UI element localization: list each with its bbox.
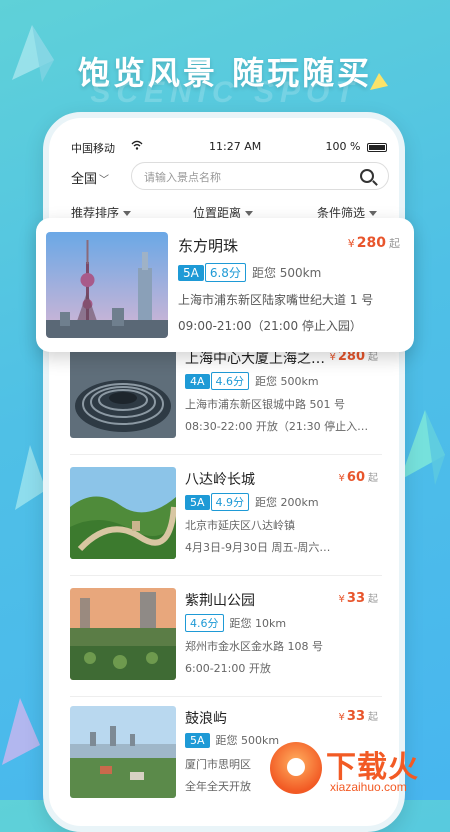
flame-icon xyxy=(270,742,322,794)
score-badge: 4.6分 xyxy=(185,614,224,632)
list-divider xyxy=(70,454,382,455)
caret-down-icon xyxy=(245,211,254,216)
spot-address: 厦门市思明区 xyxy=(185,758,251,771)
spot-distance: 距您 500km xyxy=(255,375,319,388)
price-value: 33 xyxy=(346,591,365,606)
spot-tags: 5A 4.9分 距您 200km xyxy=(185,493,319,511)
caret-down-icon xyxy=(369,211,378,216)
spot-name: 紫荆山公园 xyxy=(185,593,255,609)
spot-tags: 5A 距您 500km xyxy=(185,732,279,750)
grade-badge: 4A xyxy=(185,374,210,389)
score-badge: 4.9分 xyxy=(210,493,250,511)
spot-address: 上海市浦东新区陆家嘴世纪大道 1 号 xyxy=(178,293,374,307)
score-badge: 4.6分 xyxy=(210,372,250,390)
price-value: 33 xyxy=(346,709,365,724)
spot-address: 北京市延庆区八达岭镇 xyxy=(185,519,295,532)
grade-badge: 5A xyxy=(185,495,210,510)
search-icon[interactable] xyxy=(360,169,374,183)
spot-address: 郑州市金水区金水路 108 号 xyxy=(185,640,323,653)
currency-symbol: ¥ xyxy=(338,712,345,723)
spot-thumbnail xyxy=(70,706,176,798)
price-value: 280 xyxy=(356,235,386,251)
status-time: 11:27 AM xyxy=(209,140,262,153)
spot-price: ¥60 起 xyxy=(339,469,378,485)
region-selector[interactable]: 全国 ﹀ xyxy=(71,168,109,187)
search-box[interactable] xyxy=(131,162,389,190)
status-bar: 中国移动 11:27 AM 100 % xyxy=(71,140,387,156)
spot-hours: 08:30-22:00 开放（21:30 停止入… xyxy=(185,420,369,433)
currency-symbol: ¥ xyxy=(338,473,345,484)
list-item[interactable]: 紫荆山公园 ¥33 起 4.6分 距您 10km 郑州市金水区金水路 108 号 6… xyxy=(70,584,382,694)
spot-distance: 距您 500km xyxy=(251,266,322,280)
list-divider xyxy=(70,696,382,697)
grade-badge: 5A xyxy=(178,265,204,281)
search-row: 全国 ﹀ xyxy=(71,162,391,192)
list-item[interactable]: 八达岭长城 ¥60 起 5A 4.9分 距您 200km 北京市延庆区八达岭镇 4月3… xyxy=(70,463,382,573)
caret-down-icon xyxy=(123,211,132,216)
list-item[interactable]: 上海中心大厦上海之… ¥280 起 4A 4.6分 距您 500km 上海市浦东新区银… xyxy=(70,342,382,452)
spot-name: 鼓浪屿 xyxy=(185,711,227,727)
wifi-icon xyxy=(131,140,143,153)
battery-indicator: 100 % xyxy=(326,140,387,153)
battery-label: 100 % xyxy=(325,140,361,153)
spot-tags: 4.6分 距您 10km xyxy=(185,614,286,632)
score-badge: 6.8分 xyxy=(204,263,246,282)
site-logo: 下载火 xiazaihuo.com xyxy=(270,738,450,800)
featured-spot-card[interactable]: 东方明珠 ¥280 起 5A 6.8分 距您 500km 上海市浦东新区陆家嘴世纪大道… xyxy=(36,218,414,352)
spot-thumbnail xyxy=(70,346,176,438)
spot-hours: 4月3日-9月30日 周五-周六… xyxy=(185,541,331,554)
price-suffix: 起 xyxy=(368,594,378,605)
spot-price: ¥33 起 xyxy=(339,708,378,724)
spot-tags: 4A 4.6分 距您 500km xyxy=(185,372,319,390)
spot-thumbnail xyxy=(70,588,176,680)
spot-distance: 距您 200km xyxy=(255,496,319,509)
spot-thumbnail xyxy=(70,467,176,559)
spot-price: ¥33 起 xyxy=(339,590,378,606)
price-suffix: 起 xyxy=(389,237,400,250)
grade-badge: 5A xyxy=(185,733,210,748)
spot-distance: 距您 10km xyxy=(229,617,287,630)
currency-symbol: ¥ xyxy=(329,352,336,363)
crystal-decoration xyxy=(2,698,40,765)
spot-price: ¥280 起 xyxy=(348,235,400,251)
price-suffix: 起 xyxy=(368,473,378,484)
spot-hours: 09:00-21:00（21:00 停止入园） xyxy=(178,319,362,333)
chevron-down-icon: ﹀ xyxy=(99,175,110,186)
list-divider xyxy=(70,575,382,576)
spot-name: 东方明珠 xyxy=(178,237,239,255)
search-input[interactable] xyxy=(144,168,344,186)
price-value: 60 xyxy=(346,470,365,485)
spot-hours: 全年全天开放 xyxy=(185,780,251,793)
spot-thumbnail xyxy=(46,232,168,338)
carrier-label: 中国移动 xyxy=(71,142,115,155)
spot-hours: 6:00-21:00 开放 xyxy=(185,662,271,675)
price-suffix: 起 xyxy=(368,712,378,723)
spot-tags: 5A 6.8分 距您 500km xyxy=(178,263,321,282)
currency-symbol: ¥ xyxy=(347,237,355,250)
currency-symbol: ¥ xyxy=(338,594,345,605)
promo-watermark: SCENIC SPOT xyxy=(90,76,360,109)
spot-address: 上海市浦东新区银城中路 501 号 xyxy=(185,398,345,411)
region-label: 全国 xyxy=(71,172,98,187)
price-suffix: 起 xyxy=(368,352,378,363)
logo-url: xiazaihuo.com xyxy=(330,780,407,794)
spot-name: 八达岭长城 xyxy=(185,472,255,488)
battery-icon xyxy=(367,142,387,152)
